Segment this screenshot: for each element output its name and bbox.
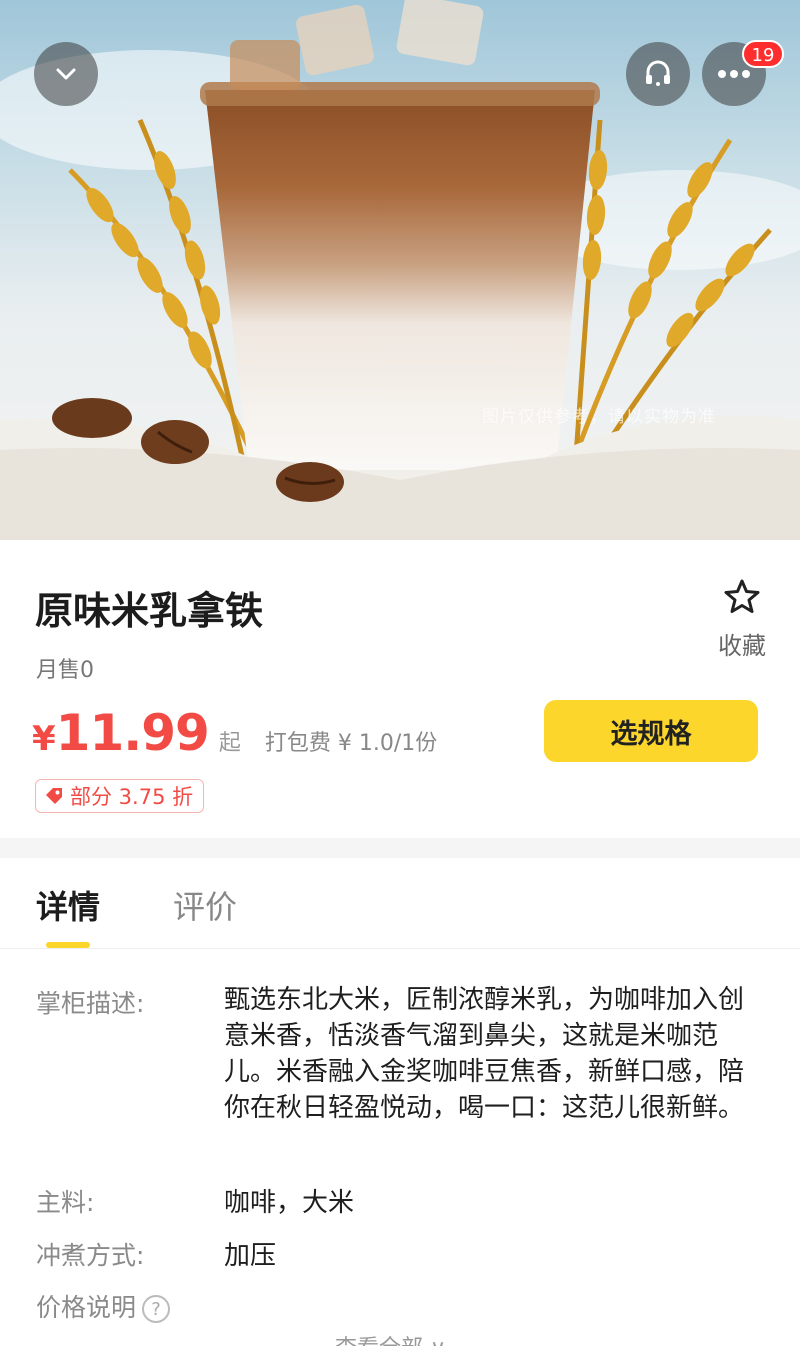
- price-suffix: 起: [218, 731, 241, 756]
- favorite-button[interactable]: 收藏: [710, 578, 774, 661]
- ingredients-value: 咖啡，大米: [224, 1188, 355, 1218]
- tab-detail[interactable]: 详情: [36, 882, 100, 928]
- tab-divider: [0, 948, 800, 949]
- select-spec-button[interactable]: 选规格: [544, 700, 758, 762]
- star-icon: [724, 579, 760, 613]
- chevron-down-icon: [56, 68, 76, 80]
- section-divider: [0, 838, 800, 858]
- image-disclaimer: 图片仅供参考，请以实物为准: [482, 407, 716, 427]
- currency-symbol: ¥: [32, 719, 56, 759]
- monthly-sales: 月售0: [36, 658, 94, 683]
- tab-review[interactable]: 评价: [173, 882, 237, 928]
- collapse-button[interactable]: [34, 42, 98, 106]
- product-title: 原味米乳拿铁: [35, 589, 264, 633]
- help-icon[interactable]: ?: [142, 1295, 171, 1323]
- price: 11.99: [55, 704, 210, 762]
- brew-value: 加压: [224, 1241, 277, 1271]
- description-label: 掌柜描述:: [36, 989, 145, 1018]
- view-all-link[interactable]: 查看全部 ∨: [335, 1330, 446, 1346]
- notification-badge: 19: [742, 40, 784, 68]
- tag-icon: [44, 786, 64, 806]
- ingredients-label: 主料:: [36, 1188, 95, 1217]
- packing-fee: 打包费 ¥ 1.0/1份: [264, 731, 438, 756]
- price-note-label: 价格说明: [36, 1293, 137, 1322]
- brew-label: 冲煮方式:: [36, 1241, 145, 1270]
- customer-service-icon: [646, 60, 670, 86]
- price-row: ¥ 11.99 起 打包费 ¥ 1.0/1份: [32, 704, 437, 762]
- discount-tag: 部分 3.75 折: [35, 779, 205, 813]
- customer-service-button[interactable]: [626, 42, 690, 106]
- discount-text: 部分 3.75 折: [70, 785, 194, 809]
- more-icon: [718, 70, 750, 78]
- description-text: 甄选东北大米，匠制浓醇米乳，为咖啡加入创意米香，恬淡香气溜到鼻尖，这就是米咖范儿…: [224, 985, 745, 1123]
- price-note[interactable]: 价格说明?: [36, 1288, 171, 1324]
- favorite-label: 收藏: [718, 632, 766, 660]
